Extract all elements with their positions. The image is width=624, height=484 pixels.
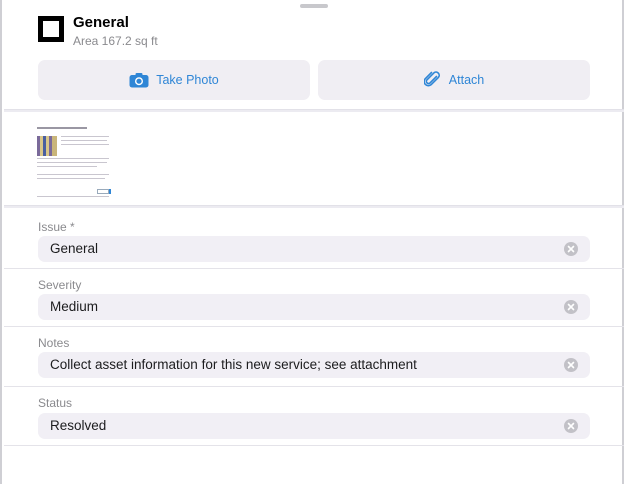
severity-field[interactable]: Medium	[38, 294, 590, 320]
notes-label: Notes	[38, 336, 70, 350]
take-photo-button[interactable]: Take Photo	[38, 60, 310, 100]
row-divider	[4, 326, 624, 327]
action-bar: Take Photo Attach	[38, 60, 590, 100]
clear-icon[interactable]	[564, 419, 578, 433]
notes-value: Collect asset information for this new s…	[50, 357, 417, 372]
clear-icon[interactable]	[564, 300, 578, 314]
take-photo-label: Take Photo	[156, 73, 219, 87]
thumb-image	[37, 136, 57, 156]
row-divider	[4, 445, 624, 446]
row-divider	[4, 268, 624, 269]
detail-sheet: General Area 167.2 sq ft Take Photo Atta…	[0, 0, 624, 484]
issue-label: Issue *	[38, 220, 75, 234]
sheet-grabber[interactable]	[300, 4, 328, 8]
thumb-button	[97, 189, 111, 194]
severity-label: Severity	[38, 278, 82, 292]
page-title: General	[73, 14, 129, 31]
section-divider	[4, 205, 624, 208]
clear-icon[interactable]	[564, 358, 578, 372]
attach-label: Attach	[448, 73, 485, 87]
paperclip-icon	[423, 71, 442, 89]
camera-icon	[129, 72, 149, 88]
attach-button[interactable]: Attach	[318, 60, 590, 100]
square-outline-icon	[38, 16, 64, 42]
attachment-thumbnail[interactable]	[37, 124, 111, 198]
status-field[interactable]: Resolved	[38, 413, 590, 439]
status-label: Status	[38, 396, 73, 410]
section-divider	[4, 109, 624, 112]
status-value: Resolved	[50, 418, 107, 433]
notes-field[interactable]: Collect asset information for this new s…	[38, 352, 590, 378]
area-subtitle: Area 167.2 sq ft	[73, 34, 158, 48]
clear-icon[interactable]	[564, 242, 578, 256]
issue-field[interactable]: General	[38, 236, 590, 262]
row-divider	[4, 386, 624, 387]
issue-value: General	[50, 241, 99, 256]
severity-value: Medium	[50, 299, 99, 314]
thumb-title-line	[37, 127, 87, 129]
